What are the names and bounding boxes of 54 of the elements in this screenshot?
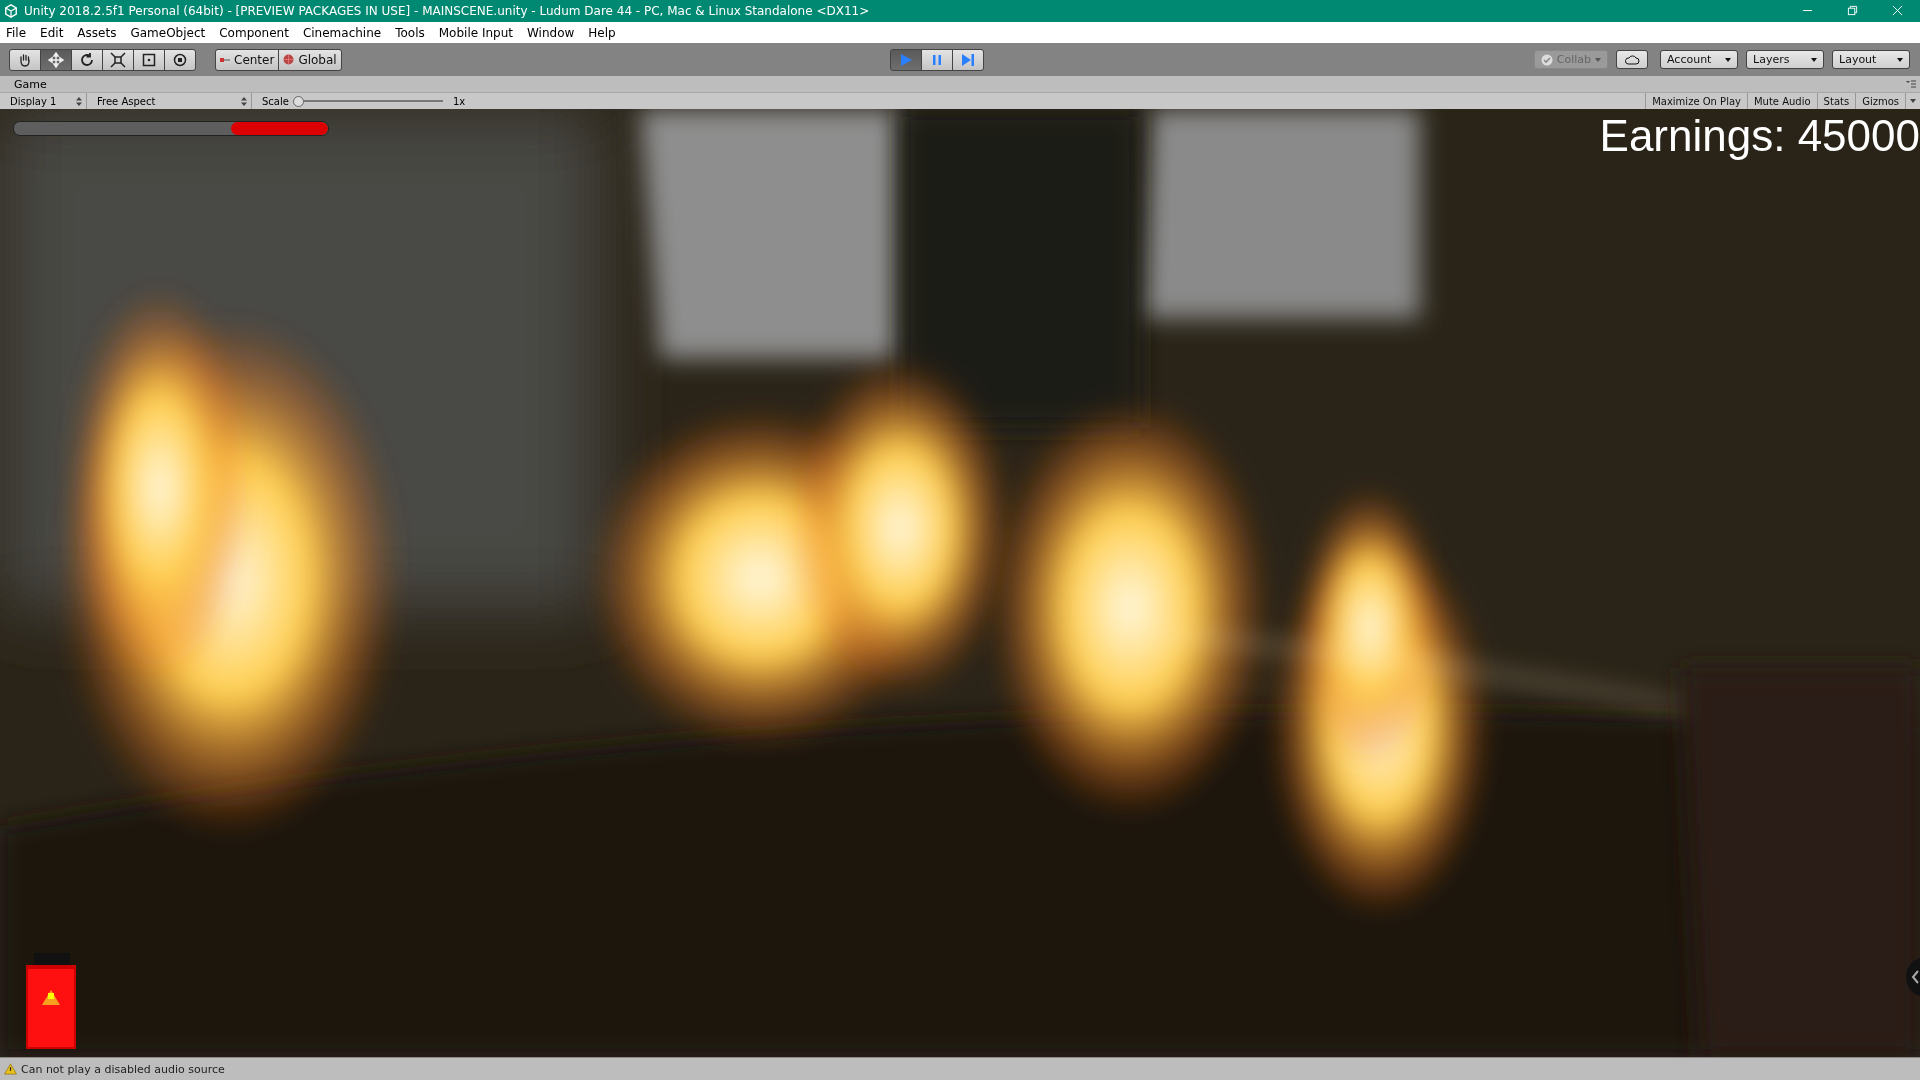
globe-icon bbox=[283, 54, 295, 65]
pause-button[interactable] bbox=[921, 48, 954, 71]
scale-label: Scale bbox=[262, 95, 289, 107]
menu-item[interactable]: File bbox=[6, 25, 34, 40]
updown-icon bbox=[241, 96, 247, 106]
caret-icon bbox=[1897, 57, 1903, 62]
space-button[interactable]: Global bbox=[278, 48, 342, 71]
rotate-icon bbox=[79, 51, 95, 68]
warning-icon bbox=[4, 1063, 17, 1075]
move-tool-button[interactable] bbox=[40, 48, 72, 71]
dropdown-button[interactable]: Layout bbox=[1832, 50, 1910, 69]
move-arrows-icon bbox=[48, 51, 64, 68]
menu-icon[interactable] bbox=[1906, 80, 1916, 88]
menu-item[interactable]: GameObject bbox=[130, 25, 213, 40]
menu-item[interactable]: Edit bbox=[40, 25, 71, 40]
menu-item[interactable]: Component bbox=[219, 25, 296, 40]
scale-slider[interactable] bbox=[292, 97, 443, 105]
step-button[interactable] bbox=[952, 48, 985, 71]
window-title: Unity 2018.2.5f1 Personal (64bit) - [PREVIEW PACKAGES IN USE] - MAINSCENE.unity - Ludum Dare 44 - PC, Mac & Linux Standalone <DX11> bbox=[24, 4, 870, 18]
extinguisher-icon bbox=[26, 953, 76, 1049]
cloud-icon bbox=[1624, 54, 1640, 65]
rect-tool-button[interactable] bbox=[133, 48, 165, 71]
menu-item[interactable]: Help bbox=[588, 25, 623, 40]
pivot-button[interactable]: Center bbox=[215, 48, 280, 71]
scale-tool-button[interactable] bbox=[102, 48, 134, 71]
check-icon bbox=[1540, 53, 1553, 66]
earnings-text: Earnings: 45000 bbox=[1599, 111, 1920, 161]
hand-tool-button[interactable] bbox=[9, 48, 41, 71]
rotate-tool-button[interactable] bbox=[71, 48, 103, 71]
updown-icon bbox=[76, 96, 82, 106]
caret-icon[interactable] bbox=[1910, 99, 1916, 103]
rect-icon bbox=[141, 51, 157, 68]
unity-logo-icon bbox=[4, 4, 18, 18]
caret-icon bbox=[1725, 57, 1731, 62]
status-message: Can not play a disabled audio source bbox=[21, 1062, 225, 1076]
dropdown-button[interactable]: Account bbox=[1660, 50, 1738, 69]
transform-tool-button[interactable] bbox=[164, 48, 196, 71]
cloud-button[interactable] bbox=[1616, 50, 1648, 69]
caret-icon bbox=[1595, 57, 1601, 62]
menu-item[interactable]: Window bbox=[527, 25, 582, 40]
caret-icon bbox=[1811, 57, 1817, 62]
menu-item[interactable]: Mobile Input bbox=[438, 25, 520, 40]
chevron-icon[interactable] bbox=[1906, 957, 1920, 997]
transform-icon bbox=[172, 51, 188, 68]
play-button[interactable] bbox=[890, 48, 923, 71]
menu-item[interactable]: Tools bbox=[395, 25, 432, 40]
menu-item[interactable]: Assets bbox=[77, 25, 124, 40]
game-tab[interactable]: Game bbox=[8, 77, 47, 91]
step-icon bbox=[960, 51, 977, 68]
dropdown-button[interactable]: Layers bbox=[1746, 50, 1824, 69]
scale-reading: 1x bbox=[452, 95, 466, 107]
hand-icon bbox=[17, 51, 33, 68]
scale-icon bbox=[110, 51, 126, 68]
menu-item[interactable]: Cinemachine bbox=[302, 25, 389, 40]
